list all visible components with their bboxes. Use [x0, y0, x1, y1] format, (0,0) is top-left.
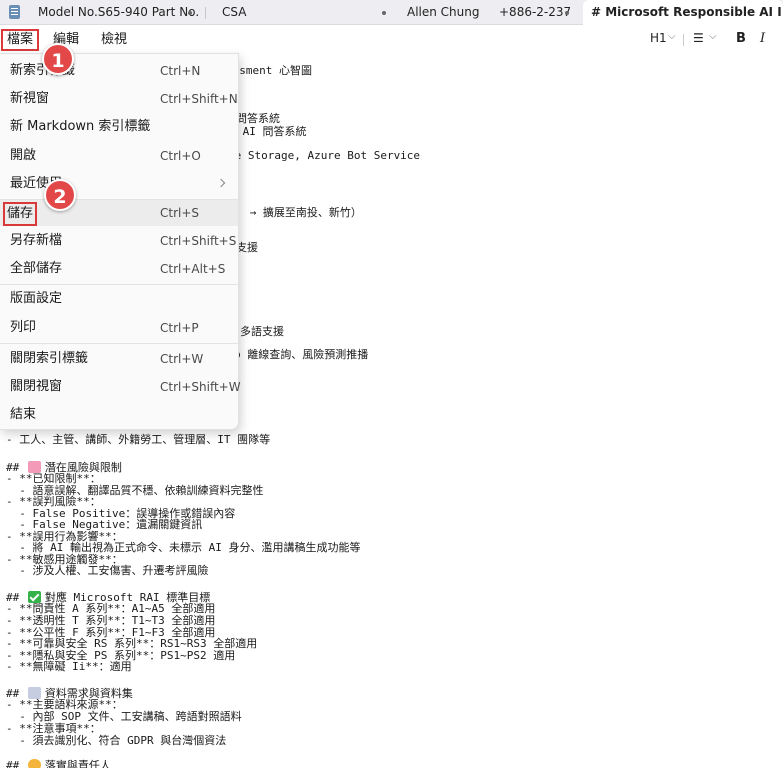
menu-item-label: 新視窗 — [10, 91, 50, 106]
menu-item-shortcut: Ctrl+O — [160, 149, 201, 163]
menu-item-new-window[interactable]: 新視窗 Ctrl+Shift+N — [0, 86, 238, 112]
tab-label: # Microsoft Responsible AI I — [591, 5, 782, 19]
bold-button[interactable]: B — [736, 31, 746, 46]
chevron-down-icon[interactable]: ⌵ — [668, 31, 676, 42]
step-2-badge: 2 — [44, 179, 76, 211]
heading-dropdown[interactable]: H1 — [650, 31, 667, 45]
menu-item-save[interactable]: 儲存 Ctrl+S — [0, 200, 238, 226]
menu-item-new-tab[interactable]: 新索引標籤 Ctrl+N — [0, 58, 238, 84]
menu-separator — [0, 343, 238, 344]
menu-item-shortcut: Ctrl+W — [160, 352, 204, 366]
editor-line: - 工人、主管、講師、外籍勞工、管理層、IT 團隊等 — [6, 433, 271, 446]
menu-bar: 檔案 編輯 檢視 H1 ⌵ ☰ ⌵ B I — [0, 26, 783, 53]
heading-marker: ## — [6, 759, 26, 768]
tab-allen-chung[interactable]: Allen Chung — [399, 0, 491, 25]
menu-view[interactable]: 檢視 — [97, 29, 131, 51]
step-1-badge: 1 — [42, 43, 74, 75]
unsaved-dot-icon — [565, 11, 569, 15]
menu-item-close-window[interactable]: 關閉視窗 Ctrl+Shift+W — [0, 374, 241, 400]
tab-csa[interactable]: CSA — [214, 0, 394, 25]
menu-separator — [0, 284, 238, 285]
file-menu-dropdown: 新索引標籤 Ctrl+N 新視窗 Ctrl+Shift+N 新 Markdown… — [0, 53, 241, 430]
list-icon[interactable]: ☰ — [693, 31, 704, 45]
menu-item-shortcut: Ctrl+Alt+S — [160, 262, 226, 276]
editor-line: - 須去識別化、符合 GDPR 與台灣個資法 — [6, 734, 227, 747]
menu-item-shortcut: Ctrl+S — [160, 206, 200, 220]
menu-item-close-tab[interactable]: 關閉索引標籤 Ctrl+W — [0, 346, 238, 372]
menu-item-label: 另存新檔 — [10, 233, 63, 248]
menu-item-label: 版面設定 — [10, 291, 63, 306]
editor-line: 支援 — [236, 241, 258, 254]
editor-line: 問答系統 — [236, 112, 280, 125]
tab-bar: Model No.S65-940 Part No.9H CSA Allen Ch… — [0, 0, 783, 25]
menu-item-shortcut: Ctrl+N — [160, 64, 201, 78]
tab-label: +886-2-237 — [499, 5, 572, 19]
editor-line: AI 問答系統 — [236, 125, 307, 138]
editor-line: - **無障礙 Ii**：適用 — [6, 660, 132, 673]
menu-item-new-markdown-tab[interactable]: 新 Markdown 索引標籤 — [0, 114, 238, 140]
tab-microsoft-rai[interactable]: # Microsoft Responsible AI I — [583, 0, 783, 25]
chevron-right-icon — [216, 178, 226, 188]
menu-item-shortcut: Ctrl+P — [160, 321, 199, 335]
editor-line: - 涉及人權、工安傷害、升遷考評風險 — [6, 564, 209, 577]
editor-line: 多語支援 — [240, 325, 284, 338]
editor-line: re Storage, Azure Bot Service — [228, 149, 421, 162]
tab-phone[interactable]: +886-2-237 — [491, 0, 577, 25]
chevron-down-icon[interactable]: ⌵ — [709, 31, 717, 42]
menu-item-page-setup[interactable]: 版面設定 — [0, 286, 238, 312]
italic-button[interactable]: I — [760, 31, 765, 46]
menu-item-label: 新 Markdown 索引標籤 — [10, 119, 151, 134]
hand-emoji-icon — [27, 759, 41, 768]
tab-label: Allen Chung — [407, 5, 480, 19]
unsaved-dot-icon — [188, 11, 192, 15]
menu-item-label: 開啟 — [10, 148, 37, 163]
menu-item-label: 全部儲存 — [10, 261, 63, 276]
menu-item-recent[interactable]: 最近使用 — [0, 171, 238, 197]
editor-line: ） → 擴展至南投、新竹） — [232, 206, 362, 219]
toolbar-separator — [683, 34, 684, 46]
menu-item-label: 儲存 — [3, 202, 38, 226]
menu-item-exit[interactable]: 結束 — [0, 402, 238, 428]
tab-label: CSA — [222, 5, 247, 19]
heading-text: 落實與責任人 — [44, 759, 111, 768]
menu-item-shortcut: Ctrl+Shift+N — [160, 92, 238, 106]
menu-item-label: 列印 — [10, 320, 37, 335]
menu-item-open[interactable]: 開啟 Ctrl+O — [0, 143, 238, 169]
menu-item-shortcut: Ctrl+Shift+W — [160, 380, 241, 394]
unsaved-dot-icon — [382, 11, 386, 15]
menu-item-save-as[interactable]: 另存新檔 Ctrl+Shift+S — [0, 228, 238, 254]
tab-model-no[interactable]: Model No.S65-940 Part No.9H — [30, 0, 200, 25]
menu-file[interactable]: 檔案 — [1, 29, 40, 51]
menu-item-shortcut: Ctrl+Shift+S — [160, 234, 237, 248]
menu-item-save-all[interactable]: 全部儲存 Ctrl+Alt+S — [0, 256, 238, 282]
editor-heading-line: ## 落實與責任人 — [6, 759, 111, 768]
notepad-app-icon — [9, 5, 20, 19]
menu-item-print[interactable]: 列印 Ctrl+P — [0, 315, 238, 341]
menu-item-label: 關閉視窗 — [10, 379, 63, 394]
tab-label: Model No.S65-940 Part No.9H — [38, 5, 200, 19]
tab-separator — [205, 7, 206, 19]
menu-item-label: 結束 — [10, 407, 37, 422]
menu-item-label: 關閉索引標籤 — [10, 351, 89, 366]
editor-line: p 離線查詢、風險預測推播 — [234, 348, 369, 361]
